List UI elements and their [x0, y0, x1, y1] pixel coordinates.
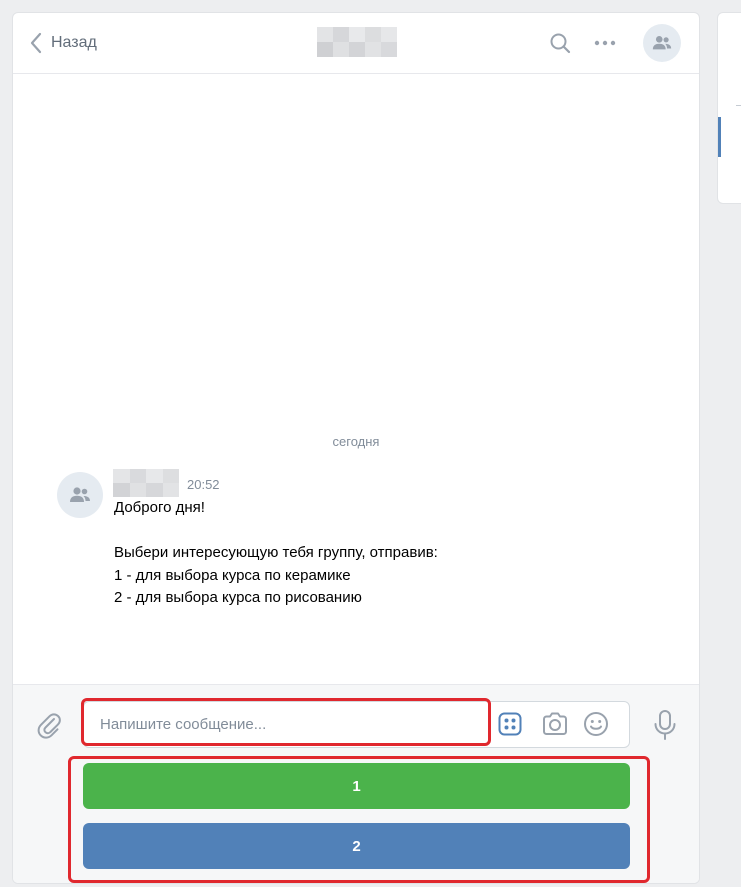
right-side-panel	[717, 12, 741, 204]
keyboard-icon[interactable]	[498, 712, 522, 736]
back-label: Назад	[51, 34, 97, 51]
camera-icon[interactable]	[541, 711, 569, 737]
active-indicator	[718, 117, 721, 157]
keyboard-button-2[interactable]: 2	[83, 823, 630, 869]
emoji-icon[interactable]	[583, 711, 609, 737]
group-avatar-icon	[652, 36, 672, 50]
message-line: 1 - для выбора курса по керамике	[114, 566, 351, 584]
paperclip-icon[interactable]	[35, 711, 63, 739]
sender-avatar[interactable]	[57, 472, 103, 518]
chat-window: Назад сегодня 20:52 Доброго дня! Выбери …	[12, 12, 700, 884]
chat-title-pixelated	[317, 27, 397, 57]
composer: 1 2	[13, 684, 699, 883]
message-time[interactable]: 20:52	[187, 477, 220, 492]
message-text: Доброго дня! Выбери интересующую тебя гр…	[114, 497, 674, 610]
microphone-icon[interactable]	[651, 709, 679, 741]
group-avatar[interactable]	[643, 24, 681, 62]
divider	[736, 105, 741, 106]
more-icon[interactable]	[593, 31, 617, 55]
chat-header: Назад	[13, 13, 699, 74]
sender-name-pixelated[interactable]	[113, 469, 179, 497]
back-button[interactable]: Назад	[29, 31, 97, 55]
search-icon[interactable]	[548, 31, 572, 55]
chevron-left-icon	[30, 32, 42, 54]
group-avatar-icon	[70, 487, 90, 502]
keyboard-button-1[interactable]: 1	[83, 763, 630, 809]
message-line: 2 - для выбора курса по рисованию	[114, 589, 362, 606]
message-line	[114, 520, 674, 543]
message-input[interactable]	[90, 706, 488, 743]
message-line: Выбери интересующую тебя группу, отправи…	[114, 544, 438, 561]
message-line: Доброго дня!	[114, 499, 205, 516]
date-divider: сегодня	[332, 434, 380, 449]
